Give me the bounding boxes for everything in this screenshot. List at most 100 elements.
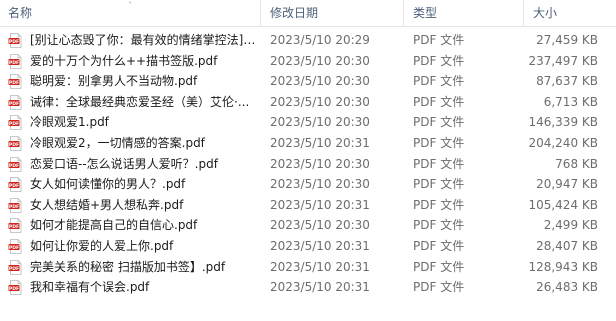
file-size: 105,424 KB xyxy=(528,197,598,212)
file-name: 如何让你爱的人爱上你.pdf xyxy=(30,238,174,253)
file-name: 冷眼观爱2，一切情感的答案.pdf xyxy=(30,135,205,150)
file-row[interactable]: PDF 冷眼观爱2，一切情感的答案.pdf 2023/5/10 20:31 PDF 文… xyxy=(0,133,616,154)
file-name: 我和幸福有个误会.pdf xyxy=(30,280,150,295)
file-row[interactable]: PDF 诫律：全球最经典恋爱圣经（美）艾伦·... 2023/5/10 20:30 P… xyxy=(0,92,616,113)
file-type: PDF 文件 xyxy=(413,53,465,68)
pdf-file-icon: PDF xyxy=(8,115,22,131)
file-row[interactable]: PDF 如何才能提高自己的自信心.pdf 2023/5/10 20:30 PDF 文件… xyxy=(0,215,616,236)
file-size: 6,713 KB xyxy=(543,94,598,109)
file-row[interactable]: PDF 完美关系的秘密 扫描版加书签】.pdf 2023/5/10 20:31 PDF… xyxy=(0,257,616,278)
file-size: 2,499 KB xyxy=(543,218,598,233)
file-size: 20,947 KB xyxy=(536,177,598,192)
file-size: 768 KB xyxy=(555,156,598,171)
svg-text:PDF: PDF xyxy=(9,59,19,65)
file-size: 204,240 KB xyxy=(528,135,598,150)
file-name: [别让心态毁了你：最有效的情绪掌控法].... xyxy=(30,33,258,47)
file-type: PDF 文件 xyxy=(413,33,465,47)
file-row[interactable]: PDF [别让心态毁了你：最有效的情绪掌控法].... 2023/5/10 20:2… xyxy=(0,30,616,51)
modified-date: 2023/5/10 20:31 xyxy=(270,135,370,150)
file-type: PDF 文件 xyxy=(413,115,465,130)
svg-text:PDF: PDF xyxy=(9,286,19,292)
file-type: PDF 文件 xyxy=(413,94,465,109)
file-row[interactable]: PDF 女人想结婚+男人想私奔.pdf 2023/5/10 20:31 PDF 文件 1… xyxy=(0,195,616,216)
pdf-file-icon: PDF xyxy=(8,177,22,193)
file-name: 恋爱口语--怎么说话男人爱听？.pdf xyxy=(30,156,218,171)
file-row[interactable]: PDF 如何让你爱的人爱上你.pdf 2023/5/10 20:31 PDF 文件 28… xyxy=(0,236,616,257)
file-name: 女人想结婚+男人想私奔.pdf xyxy=(30,197,184,212)
column-header-bar: ˄ 名称 修改日期 类型 大小 xyxy=(0,0,616,27)
file-name: 冷眼观爱1.pdf xyxy=(30,115,109,130)
modified-date: 2023/5/10 20:30 xyxy=(270,177,370,192)
file-name: 爱的十万个为什么++描书签版.pdf xyxy=(30,53,218,68)
file-row[interactable]: PDF 女人如何读懂你的男人？.pdf 2023/5/10 20:30 PDF 文件 2… xyxy=(0,174,616,195)
modified-date: 2023/5/10 20:31 xyxy=(270,280,370,295)
file-size: 128,943 KB xyxy=(528,259,598,274)
file-type: PDF 文件 xyxy=(413,135,465,150)
column-header-date[interactable]: 修改日期 xyxy=(270,4,318,22)
file-name: 聪明爱：别拿男人不当动物.pdf xyxy=(30,74,198,89)
file-type: PDF 文件 xyxy=(413,238,465,253)
file-size: 27,459 KB xyxy=(536,33,598,47)
file-name: 诫律：全球最经典恋爱圣经（美）艾伦·... xyxy=(30,94,250,109)
pdf-file-icon: PDF xyxy=(8,239,22,254)
modified-date: 2023/5/10 20:30 xyxy=(270,74,370,89)
file-type: PDF 文件 xyxy=(413,280,465,295)
column-divider[interactable] xyxy=(260,0,261,26)
svg-text:PDF: PDF xyxy=(9,121,19,127)
pdf-file-icon: PDF xyxy=(8,218,22,234)
file-name: 完美关系的秘密 扫描版加书签】.pdf xyxy=(30,259,226,274)
svg-text:PDF: PDF xyxy=(9,183,19,189)
pdf-file-icon: PDF xyxy=(8,259,22,275)
svg-text:PDF: PDF xyxy=(9,101,19,107)
pdf-file-icon: PDF xyxy=(8,197,22,213)
file-type: PDF 文件 xyxy=(413,74,465,89)
file-row[interactable]: PDF 爱的十万个为什么++描书签版.pdf 2023/5/10 20:30 PDF … xyxy=(0,51,616,72)
modified-date: 2023/5/10 20:31 xyxy=(270,238,370,253)
file-size: 87,637 KB xyxy=(536,74,598,89)
svg-text:PDF: PDF xyxy=(9,80,19,86)
modified-date: 2023/5/10 20:31 xyxy=(270,259,370,274)
modified-date: 2023/5/10 20:30 xyxy=(270,156,370,171)
svg-text:PDF: PDF xyxy=(9,265,19,271)
file-type: PDF 文件 xyxy=(413,156,465,171)
pdf-file-icon: PDF xyxy=(8,94,22,110)
column-divider[interactable] xyxy=(523,0,524,26)
svg-text:PDF: PDF xyxy=(9,204,19,210)
file-size: 26,483 KB xyxy=(536,280,598,295)
svg-text:PDF: PDF xyxy=(9,224,19,230)
file-size: 28,407 KB xyxy=(536,238,598,253)
file-type: PDF 文件 xyxy=(413,177,465,192)
column-header-type[interactable]: 类型 xyxy=(413,4,437,22)
svg-text:PDF: PDF xyxy=(9,245,19,251)
column-divider[interactable] xyxy=(403,0,404,26)
file-name: 女人如何读懂你的男人？.pdf xyxy=(30,177,186,192)
file-row[interactable]: PDF 恋爱口语--怎么说话男人爱听？.pdf 2023/5/10 20:30 PDF… xyxy=(0,154,616,175)
column-header-name[interactable]: 名称 xyxy=(8,4,32,22)
svg-text:PDF: PDF xyxy=(9,162,19,168)
svg-text:PDF: PDF xyxy=(9,39,19,45)
file-row[interactable]: PDF 聪明爱：别拿男人不当动物.pdf 2023/5/10 20:30 PDF 文件… xyxy=(0,71,616,92)
modified-date: 2023/5/10 20:30 xyxy=(270,218,370,233)
svg-text:PDF: PDF xyxy=(9,142,19,148)
pdf-file-icon: PDF xyxy=(8,280,22,296)
pdf-file-icon: PDF xyxy=(8,33,22,48)
file-name: 如何才能提高自己的自信心.pdf xyxy=(30,218,198,233)
file-row[interactable]: PDF 冷眼观爱1.pdf 2023/5/10 20:30 PDF 文件 146,339… xyxy=(0,112,616,133)
modified-date: 2023/5/10 20:29 xyxy=(270,33,370,47)
file-size: 237,497 KB xyxy=(528,53,598,68)
pdf-file-icon: PDF xyxy=(8,53,22,69)
pdf-file-icon: PDF xyxy=(8,156,22,172)
file-list: PDF [别让心态毁了你：最有效的情绪掌控法].... 2023/5/10 20:2… xyxy=(0,30,616,298)
modified-date: 2023/5/10 20:31 xyxy=(270,197,370,212)
modified-date: 2023/5/10 20:30 xyxy=(270,115,370,130)
pdf-file-icon: PDF xyxy=(8,74,22,90)
file-type: PDF 文件 xyxy=(413,259,465,274)
file-row[interactable]: PDF 我和幸福有个误会.pdf 2023/5/10 20:31 PDF 文件 26,4… xyxy=(0,277,616,298)
file-type: PDF 文件 xyxy=(413,218,465,233)
modified-date: 2023/5/10 20:30 xyxy=(270,53,370,68)
file-type: PDF 文件 xyxy=(413,197,465,212)
file-size: 146,339 KB xyxy=(528,115,598,130)
pdf-file-icon: PDF xyxy=(8,136,22,151)
modified-date: 2023/5/10 20:30 xyxy=(270,94,370,109)
column-header-size[interactable]: 大小 xyxy=(533,4,557,22)
